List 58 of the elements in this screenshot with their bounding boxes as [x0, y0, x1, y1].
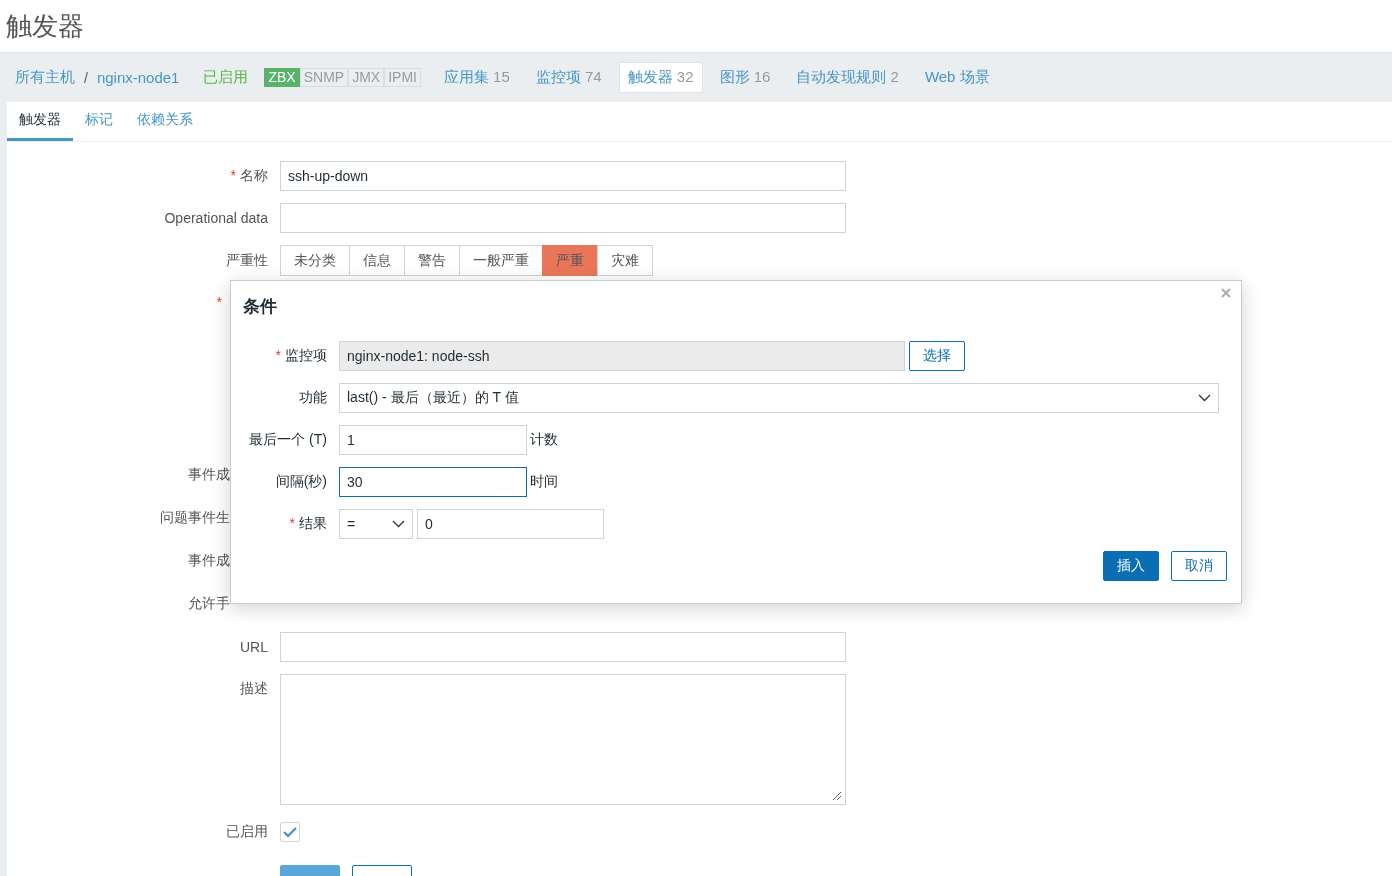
field-label: 事件成	[188, 466, 230, 482]
required-mark: *	[216, 294, 222, 310]
severity-option[interactable]: 未分类	[280, 245, 350, 276]
page-title: 触发器	[6, 9, 84, 43]
number-field[interactable]: 1	[339, 425, 527, 455]
field-label: 名称	[240, 167, 268, 183]
insert-button[interactable]: 插入	[1103, 551, 1159, 581]
dialog-title: 条件	[243, 296, 278, 318]
chevron-down-icon	[392, 520, 405, 528]
field-label: 严重性	[226, 251, 268, 268]
close-icon[interactable]	[1221, 288, 1231, 298]
select-button[interactable]: 选择	[909, 341, 965, 371]
field-label: Operational data	[164, 210, 268, 226]
availability-badge: SNMP	[299, 68, 349, 87]
host-nav-link[interactable]: 触发器 32	[618, 62, 703, 93]
host-nav-link[interactable]: 自动发现规则 2	[787, 62, 908, 93]
tab[interactable]: 标记	[73, 102, 125, 141]
number-field[interactable]: 30	[339, 467, 527, 497]
field-label: 允许手	[188, 595, 230, 611]
field-label: 已启用	[226, 823, 268, 839]
field-label: 描述	[240, 680, 268, 696]
operator-dropdown[interactable]: =	[339, 509, 413, 539]
required-mark: *	[230, 167, 236, 183]
severity-option[interactable]: 警告	[404, 245, 460, 276]
url-field[interactable]	[280, 632, 846, 662]
host-nav-link[interactable]: Web 场景	[915, 62, 999, 93]
field-label: 功能	[299, 389, 327, 405]
cancel-button[interactable]: 取消	[1171, 551, 1227, 581]
tab[interactable]: 触发器	[7, 102, 73, 141]
breadcrumb-separator: /	[84, 69, 88, 86]
tab[interactable]: 依赖关系	[125, 102, 205, 141]
host-status: 已启用	[203, 68, 249, 87]
name-field[interactable]: ssh-up-down	[280, 161, 846, 191]
item-field: nginx-node1: node-ssh	[339, 341, 905, 371]
severity-option[interactable]: 信息	[349, 245, 405, 276]
field-label: 间隔(秒)	[275, 473, 327, 489]
host-nav-link[interactable]: 图形 16	[710, 62, 780, 93]
chevron-down-icon	[1198, 394, 1211, 402]
field-label: 监控项	[285, 347, 327, 363]
function-dropdown[interactable]: last() - 最后（最近）的 T 值	[339, 383, 1219, 413]
availability-badge: IPMI	[384, 68, 421, 87]
resize-grip-icon[interactable]	[832, 791, 842, 801]
field-label: 最后一个 (T)	[249, 431, 327, 447]
availability-badge: JMX	[348, 68, 385, 87]
required-mark: *	[289, 515, 295, 531]
field-label: 问题事件生	[160, 509, 230, 525]
unit-label: 时间	[530, 473, 558, 491]
severity-option[interactable]: 灾难	[597, 245, 653, 276]
field-label: 事件成	[188, 552, 230, 568]
operational-data-field[interactable]	[280, 203, 846, 233]
field-label: 结果	[299, 515, 327, 531]
field-label: URL	[240, 639, 268, 655]
enabled-checkbox[interactable]	[280, 822, 300, 842]
unit-label: 计数	[530, 431, 558, 449]
availability-badge: ZBX	[264, 68, 300, 87]
result-field[interactable]: 0	[417, 509, 604, 539]
severity-option[interactable]: 一般严重	[459, 245, 543, 276]
required-mark: *	[275, 347, 281, 363]
